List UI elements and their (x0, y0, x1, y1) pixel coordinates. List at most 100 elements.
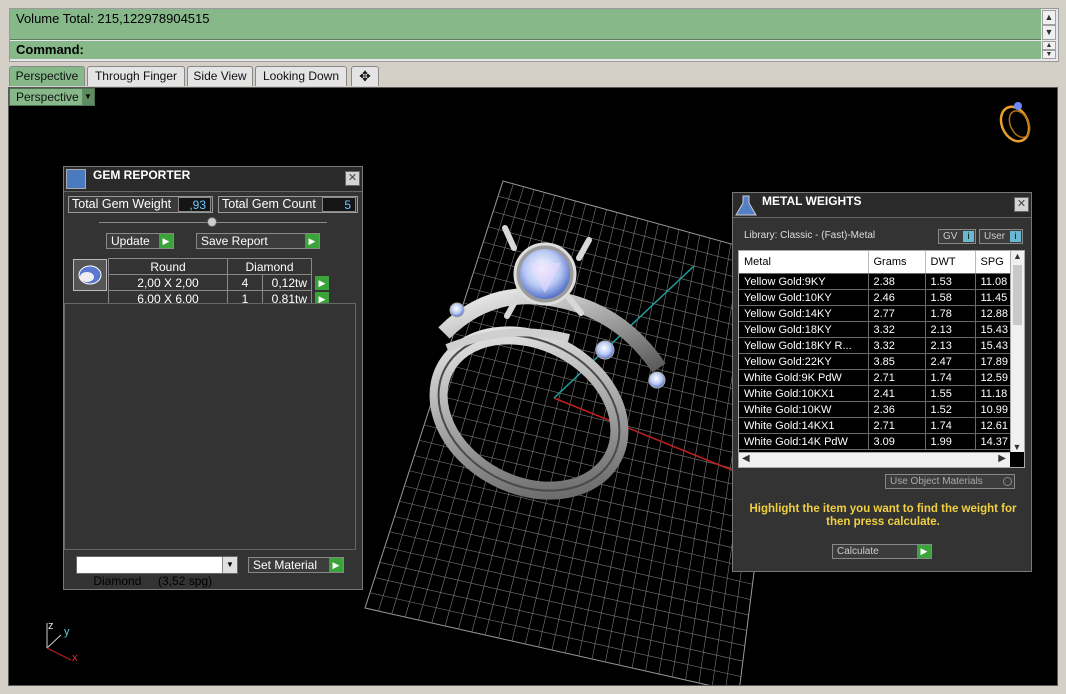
metal-cell: White Gold:14KX1 (739, 417, 869, 434)
x-axis-line (553, 397, 740, 474)
metal-cell: White Gold:14K PdW (739, 433, 869, 450)
table-row[interactable]: White Gold:14K PdW 3.09 1.99 14.37 (739, 433, 1016, 450)
dwt-cell: 1.53 (925, 273, 976, 290)
spg-cell: 12.61 (975, 417, 1016, 434)
metal-cell: Yellow Gold:18KY R... (739, 337, 869, 354)
close-icon[interactable]: ✕ (1014, 197, 1029, 212)
play-icon: ▶ (329, 558, 343, 572)
set-material-button-label: Set Material (253, 558, 318, 572)
metal-cell: White Gold:10KW (739, 401, 869, 418)
metal-cell: White Gold:9K PdW (739, 369, 869, 386)
horizontal-scrollbar[interactable]: ◀ ▶ (739, 452, 1010, 467)
calculate-button[interactable]: Calculate ▶ (832, 544, 932, 559)
ring-icon (999, 102, 1031, 143)
gem-reporter-title: GEM REPORTER (93, 168, 191, 182)
gem-list-area (64, 303, 356, 550)
add-tab-icon[interactable]: ✥ (351, 66, 379, 86)
table-row[interactable]: White Gold:10KX1 2.41 1.55 11.18 (739, 385, 1016, 402)
tab-through-finger[interactable]: Through Finger (87, 66, 185, 86)
viewport-mode-dropdown[interactable]: Perspective ▼ (9, 88, 95, 106)
dwt-cell: 2.13 (925, 321, 976, 338)
grams-cell: 2.71 (868, 417, 926, 434)
grid-line (414, 455, 759, 539)
grid-line (389, 531, 749, 616)
table-row[interactable]: Yellow Gold:14KY 2.77 1.78 12.88 (739, 305, 1016, 322)
spg-cell: 12.88 (975, 305, 1016, 322)
scroll-thumb[interactable] (1013, 265, 1022, 325)
metal-cell: Yellow Gold:18KY (739, 321, 869, 338)
table-row[interactable]: White Gold:9K PdW 2.71 1.74 12.59 (739, 369, 1016, 386)
gem-table: Round Diamond 2,00 X 2,00 4 0,12tw 6,00 … (108, 258, 312, 307)
grams-cell: 2.36 (868, 401, 926, 418)
spg-cell: 12.59 (975, 369, 1016, 386)
update-button[interactable]: Update ▶ (106, 233, 174, 249)
info-icon: i (963, 231, 974, 242)
grid-line (384, 546, 747, 631)
gem-icon (66, 169, 86, 189)
grid-line (369, 592, 741, 677)
table-row[interactable]: Yellow Gold:9KY 2.38 1.53 11.08 (739, 273, 1016, 290)
command-scroll-up-icon[interactable]: ▲ (1042, 41, 1056, 50)
vertical-scrollbar[interactable]: ▲ ▼ (1010, 251, 1024, 452)
tab-perspective[interactable]: Perspective (9, 66, 85, 86)
command-scroll-down-icon[interactable]: ▼ (1042, 50, 1056, 59)
set-material-button[interactable]: Set Material ▶ (248, 557, 344, 573)
material-select[interactable]: Diamond (3,52 spg) ▼ (76, 556, 238, 588)
spg-header[interactable]: SPG (975, 251, 1016, 274)
save-report-button[interactable]: Save Report ▶ (196, 233, 320, 249)
metal-table-container[interactable]: Metal Grams DWT SPG Yellow Gold:9KY 2.38 1… (738, 250, 1025, 468)
tab-looking-down[interactable]: Looking Down (255, 66, 347, 86)
flask-icon (735, 195, 757, 216)
scroll-down-icon[interactable]: ▼ (1042, 25, 1056, 40)
dwt-cell: 1.52 (925, 401, 976, 418)
user-toggle[interactable]: User i (979, 229, 1023, 244)
table-row[interactable]: 2,00 X 2,00 4 0,12tw (108, 274, 312, 291)
spg-cell: 11.45 (975, 289, 1016, 306)
dwt-cell: 1.99 (925, 433, 976, 450)
gem-shape-header: Round (108, 258, 228, 275)
metal-cell: Yellow Gold:9KY (739, 273, 869, 290)
scroll-right-icon[interactable]: ▶ (998, 453, 1006, 464)
round-diamond-icon (73, 259, 107, 291)
scroll-up-icon[interactable]: ▲ (1042, 10, 1056, 25)
save-report-button-label: Save Report (201, 234, 268, 248)
axis-z-label: z (48, 620, 54, 632)
scroll-down-icon[interactable]: ▼ (1011, 442, 1023, 452)
row-play-icon[interactable]: ▶ (315, 276, 329, 290)
gv-toggle[interactable]: GV i (938, 229, 976, 244)
metal-weights-panel: METAL WEIGHTS ✕ Library: Classic - (Fast… (732, 192, 1032, 572)
scroll-up-icon[interactable]: ▲ (1011, 251, 1024, 261)
grid-line (379, 561, 745, 647)
dwt-header[interactable]: DWT (925, 251, 976, 274)
metal-cell: Yellow Gold:10KY (739, 289, 869, 306)
calculate-hint: Highlight the item you want to find the … (749, 503, 1017, 528)
table-row[interactable]: Yellow Gold:18KY R... 3.32 2.13 15.43 (739, 337, 1016, 354)
dwt-cell: 1.78 (925, 305, 976, 322)
grid-line (399, 500, 753, 585)
tab-side-view[interactable]: Side View (187, 66, 253, 86)
grams-cell: 3.32 (868, 321, 926, 338)
metal-header[interactable]: Metal (739, 251, 869, 274)
collapse-handle-icon[interactable] (207, 217, 217, 227)
dwt-cell: 1.74 (925, 369, 976, 386)
metal-cell: White Gold:10KX1 (739, 385, 869, 402)
grams-header[interactable]: Grams (868, 251, 926, 274)
command-line[interactable]: Command: (10, 41, 1041, 59)
spg-cell: 15.43 (975, 337, 1016, 354)
table-row[interactable]: White Gold:10KW 2.36 1.52 10.99 (739, 401, 1016, 418)
grams-cell: 2.77 (868, 305, 926, 322)
table-row[interactable]: Yellow Gold:22KY 3.85 2.47 17.89 (739, 353, 1016, 370)
use-object-materials-toggle[interactable]: Use Object Materials (885, 474, 1015, 489)
dwt-cell: 2.47 (925, 353, 976, 370)
material-select-value: Diamond (3,52 spg) (93, 574, 213, 588)
spg-cell: 14.37 (975, 433, 1016, 450)
table-row[interactable]: White Gold:14KX1 2.71 1.74 12.61 (739, 417, 1016, 434)
scroll-left-icon[interactable]: ◀ (742, 453, 750, 464)
close-icon[interactable]: ✕ (345, 171, 360, 186)
grams-cell: 3.32 (868, 337, 926, 354)
table-row[interactable]: Yellow Gold:18KY 3.32 2.13 15.43 (739, 321, 1016, 338)
axis-y-label: y (64, 626, 70, 638)
table-row[interactable]: Yellow Gold:10KY 2.46 1.58 11.45 (739, 289, 1016, 306)
total-gem-weight-value: ,93 (178, 197, 211, 212)
library-label: Library: Classic - (Fast)-Metal (744, 230, 876, 241)
